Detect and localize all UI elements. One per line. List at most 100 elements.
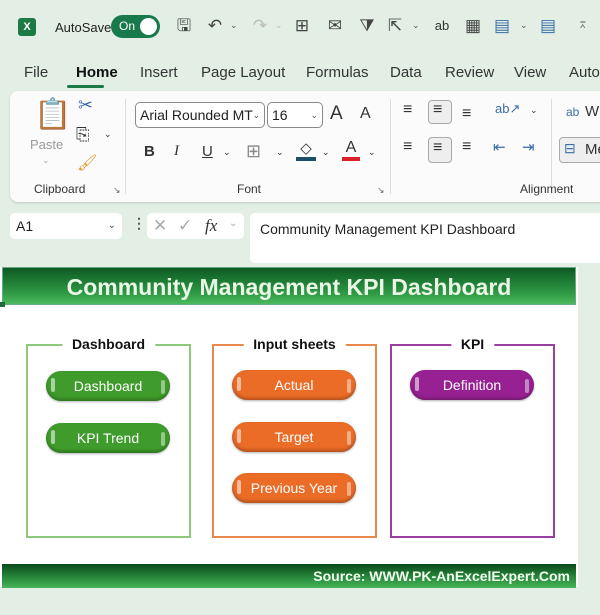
share-dropdown-icon[interactable]: ⌄ xyxy=(412,20,420,31)
undo-icon[interactable]: ↶ xyxy=(205,16,225,36)
wrap-text-button[interactable]: W xyxy=(585,103,599,120)
tab-home[interactable]: Home xyxy=(76,64,118,81)
font-size-select[interactable]: 16 ⌄ xyxy=(267,102,323,128)
calculator-icon[interactable]: ▤ xyxy=(538,16,558,36)
save-sync-icon[interactable]: 🖫 xyxy=(174,16,194,36)
orientation-icon[interactable]: ab↗ xyxy=(495,101,520,117)
dashboard-title[interactable]: Community Management KPI Dashboard xyxy=(2,267,576,305)
merge-label: Me xyxy=(585,141,600,158)
kpi-trend-button[interactable]: KPI Trend xyxy=(46,423,170,453)
email-attach-icon[interactable]: ✉ xyxy=(325,16,345,36)
fill-color-icon[interactable]: ◇ xyxy=(296,139,316,161)
insert-function-button[interactable]: fx xyxy=(205,216,217,236)
font-color-button[interactable]: A xyxy=(342,139,360,161)
chevron-down-icon[interactable]: ⌄ xyxy=(229,218,237,229)
group-separator xyxy=(125,99,126,194)
tab-view[interactable]: View xyxy=(514,64,546,81)
copy-dropdown-icon[interactable]: ⌄ xyxy=(104,129,112,140)
section-title: KPI xyxy=(450,336,495,352)
table-icon[interactable]: ▦ xyxy=(463,16,483,36)
borders-dropdown-icon[interactable]: ⌄ xyxy=(276,147,284,158)
decrease-font-size-button[interactable]: A xyxy=(360,105,371,123)
excel-logo-icon: X xyxy=(18,18,36,36)
font-group-label: Font xyxy=(237,182,262,196)
tab-review[interactable]: Review xyxy=(445,64,494,81)
decrease-indent-icon[interactable]: ⇤ xyxy=(493,138,506,156)
tab-page-layout[interactable]: Page Layout xyxy=(201,64,285,81)
align-top-icon[interactable]: ≡ xyxy=(403,101,412,119)
copy-icon[interactable]: ⎘ xyxy=(76,125,90,145)
increase-indent-icon[interactable]: ⇥ xyxy=(522,138,535,156)
alignment-group-label: Alignment xyxy=(520,182,574,196)
clipboard-group-label: Clipboard xyxy=(34,182,86,196)
calculator-icon[interactable]: ▤ xyxy=(492,16,512,36)
actual-button[interactable]: Actual xyxy=(232,370,356,400)
tab-data[interactable]: Data xyxy=(390,64,422,81)
autosave-state: On xyxy=(119,19,136,33)
paste-icon[interactable]: 📋 xyxy=(34,97,71,131)
wrap-text-icon[interactable]: ab xyxy=(566,105,579,119)
italic-button[interactable]: I xyxy=(174,143,179,160)
enter-icon[interactable]: ✓ xyxy=(178,216,192,236)
underline-button[interactable]: U xyxy=(202,143,213,160)
font-family-value: Arial Rounded MT xyxy=(140,107,253,123)
paste-button[interactable]: Paste xyxy=(30,137,63,152)
font-color-dropdown-icon[interactable]: ⌄ xyxy=(368,147,376,158)
fill-color-dropdown-icon[interactable]: ⌄ xyxy=(322,147,330,158)
align-left-icon[interactable]: ≡ xyxy=(403,138,412,156)
filter-icon[interactable]: ⧩ xyxy=(357,16,377,36)
bold-button[interactable]: B xyxy=(144,143,155,160)
chevron-down-icon: ⌄ xyxy=(252,110,260,120)
calculator-dropdown-icon[interactable]: ⌄ xyxy=(520,20,528,31)
align-right-icon[interactable]: ≡ xyxy=(462,138,471,156)
redo-icon[interactable]: ↷ xyxy=(250,16,270,36)
more-options-icon[interactable]: ⋮ xyxy=(132,215,146,232)
redo-dropdown-icon[interactable]: ⌄ xyxy=(275,20,283,31)
autosave-label: AutoSave xyxy=(55,20,112,35)
chevron-down-icon: ⌄ xyxy=(107,220,116,231)
chevron-down-icon: ⌄ xyxy=(310,110,318,120)
format-painter-icon[interactable]: 🖌 xyxy=(77,153,97,173)
dashboard-button[interactable]: Dashboard xyxy=(46,371,170,401)
section-input-sheets: Input sheets Actual Target Previous Year xyxy=(212,336,377,538)
paste-dropdown-icon[interactable]: ⌄ xyxy=(42,155,50,166)
formula-input[interactable]: Community Management KPI Dashboard xyxy=(250,213,600,263)
borders-icon[interactable]: ⊞ xyxy=(292,16,312,36)
undo-dropdown-icon[interactable]: ⌄ xyxy=(230,20,238,31)
share-icon[interactable]: ⇱ xyxy=(385,16,405,36)
align-bottom-icon[interactable]: ≡ xyxy=(462,105,471,123)
target-button[interactable]: Target xyxy=(232,422,356,452)
formula-controls: ✕ ✓ fx ⌄ xyxy=(147,213,244,239)
tab-file[interactable]: File xyxy=(24,64,48,81)
font-launcher-icon[interactable]: ↘ xyxy=(377,185,385,196)
previous-year-button[interactable]: Previous Year xyxy=(232,473,356,503)
formula-bar: A1 ⌄ ⋮ ✕ ✓ fx ⌄ Community Management KPI… xyxy=(0,205,600,265)
clipboard-launcher-icon[interactable]: ↘ xyxy=(113,185,121,196)
group-separator xyxy=(551,99,552,194)
tab-automate[interactable]: Auto xyxy=(569,64,600,81)
section-kpi: KPI Definition xyxy=(390,336,555,538)
active-tab-indicator xyxy=(67,85,104,88)
quick-access-toolbar: X AutoSave On 🖫 ↶ ⌄ ↷ ⌄ ⊞ ✉ ⧩ ⇱ ⌄ ab ▦ ▤… xyxy=(0,0,600,55)
worksheet-area: Community Management KPI Dashboard Dashb… xyxy=(0,267,578,588)
tab-formulas[interactable]: Formulas xyxy=(306,64,369,81)
section-title: Dashboard xyxy=(61,336,156,352)
increase-font-size-button[interactable]: A xyxy=(330,103,343,125)
borders-icon[interactable]: ⊞ xyxy=(246,141,261,162)
align-middle-icon: ≡ xyxy=(433,101,443,118)
orientation-dropdown-icon[interactable]: ⌄ xyxy=(530,105,538,116)
group-separator xyxy=(390,99,391,194)
spelling-icon[interactable]: ab xyxy=(432,16,452,36)
source-footer: Source: WWW.PK-AnExcelExpert.Com xyxy=(2,564,576,588)
font-family-select[interactable]: Arial Rounded MT ⌄ xyxy=(135,102,265,128)
merge-icon: ⊟ xyxy=(564,140,576,156)
autosave-toggle[interactable]: On xyxy=(111,15,160,38)
name-box[interactable]: A1 ⌄ xyxy=(10,213,122,239)
tab-insert[interactable]: Insert xyxy=(140,64,178,81)
cancel-icon[interactable]: ✕ xyxy=(153,216,167,236)
customize-toolbar-icon[interactable]: ⩞ xyxy=(580,20,585,31)
definition-button[interactable]: Definition xyxy=(410,370,534,400)
cut-icon[interactable]: ✂ xyxy=(78,95,93,116)
selection-fill-handle[interactable] xyxy=(0,302,5,307)
underline-dropdown-icon[interactable]: ⌄ xyxy=(223,147,231,158)
